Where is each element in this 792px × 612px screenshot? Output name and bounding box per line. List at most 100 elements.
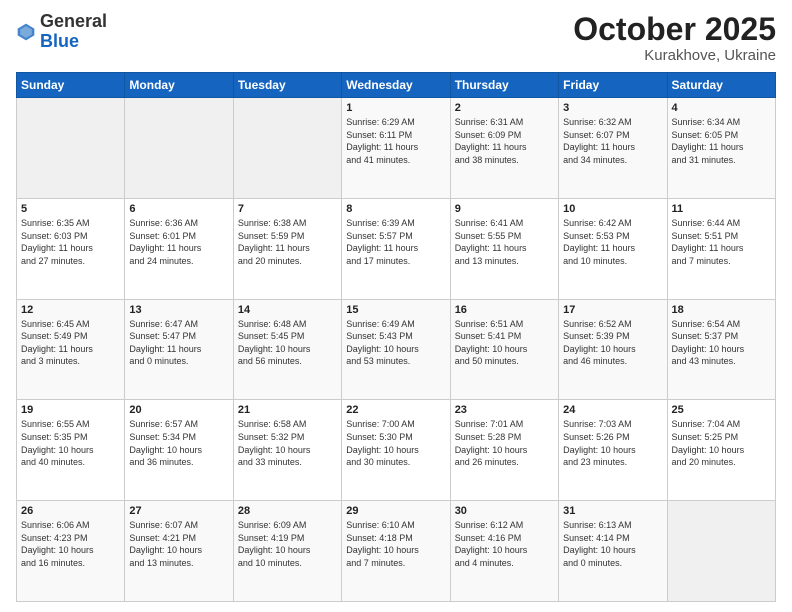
day-number: 3 (563, 102, 662, 114)
calendar-week-row: 5 Sunrise: 6:35 AM Sunset: 6:03 PM Daylig… (17, 198, 776, 299)
day-number: 20 (129, 404, 228, 416)
calendar-cell: 24Sunrise: 7:03 AM Sunset: 5:26 PM Dayli… (559, 400, 667, 501)
calendar-week-row: 12 Sunrise: 6:45 AM Sunset: 5:49 PM Dayli… (17, 299, 776, 400)
calendar-header-saturday: Saturday (667, 73, 775, 98)
day-info: Sunrise: 6:07 AM Sunset: 4:21 PM Dayligh… (129, 519, 228, 569)
calendar-cell: 27Sunrise: 6:07 AM Sunset: 4:21 PM Dayli… (125, 501, 233, 602)
calendar-cell: 22Sunrise: 7:00 AM Sunset: 5:30 PM Dayli… (342, 400, 450, 501)
calendar-cell: 25 Sunrise: 7:04 AM Sunset: 5:25 PM Dayli… (667, 400, 775, 501)
day-info: Sunrise: 6:44 AM Sunset: 5:51 PM Dayligh… (672, 217, 771, 267)
calendar-header-row: SundayMondayTuesdayWednesdayThursdayFrid… (17, 73, 776, 98)
day-info: Sunrise: 6:31 AM Sunset: 6:09 PM Dayligh… (455, 116, 554, 166)
calendar-cell: 28 Sunrise: 6:09 AM Sunset: 4:19 PM Dayli… (233, 501, 341, 602)
day-info: Sunrise: 6:09 AM Sunset: 4:19 PM Dayligh… (238, 519, 337, 569)
title-block: October 2025 Kurakhove, Ukraine (573, 12, 776, 64)
day-info: Sunrise: 6:10 AM Sunset: 4:18 PM Dayligh… (346, 519, 445, 569)
day-number: 8 (346, 203, 445, 215)
calendar-cell: 11 Sunrise: 6:44 AM Sunset: 5:51 PM Dayli… (667, 198, 775, 299)
day-number: 29 (346, 505, 445, 517)
day-info: Sunrise: 6:12 AM Sunset: 4:16 PM Dayligh… (455, 519, 554, 569)
calendar-cell: 6Sunrise: 6:36 AM Sunset: 6:01 PM Daylig… (125, 198, 233, 299)
calendar-cell: 23Sunrise: 7:01 AM Sunset: 5:28 PM Dayli… (450, 400, 558, 501)
day-number: 24 (563, 404, 662, 416)
calendar-cell: 19 Sunrise: 6:55 AM Sunset: 5:35 PM Dayli… (17, 400, 125, 501)
day-info: Sunrise: 6:52 AM Sunset: 5:39 PM Dayligh… (563, 318, 662, 368)
day-info: Sunrise: 6:54 AM Sunset: 5:37 PM Dayligh… (672, 318, 771, 368)
day-info: Sunrise: 6:58 AM Sunset: 5:32 PM Dayligh… (238, 418, 337, 468)
day-info: Sunrise: 7:04 AM Sunset: 5:25 PM Dayligh… (672, 418, 771, 468)
calendar-cell: 3 Sunrise: 6:32 AM Sunset: 6:07 PM Daylig… (559, 98, 667, 199)
day-number: 14 (238, 304, 337, 316)
calendar: SundayMondayTuesdayWednesdayThursdayFrid… (16, 72, 776, 602)
day-number: 12 (21, 304, 120, 316)
day-number: 25 (672, 404, 771, 416)
calendar-cell: 14 Sunrise: 6:48 AM Sunset: 5:45 PM Dayli… (233, 299, 341, 400)
calendar-cell: 13Sunrise: 6:47 AM Sunset: 5:47 PM Dayli… (125, 299, 233, 400)
header: General Blue October 2025 Kurakhove, Ukr… (16, 12, 776, 64)
logo-text: General Blue (40, 12, 107, 52)
calendar-cell (667, 501, 775, 602)
calendar-cell: 18 Sunrise: 6:54 AM Sunset: 5:37 PM Dayli… (667, 299, 775, 400)
calendar-cell: 20 Sunrise: 6:57 AM Sunset: 5:34 PM Dayli… (125, 400, 233, 501)
logo: General Blue (16, 12, 107, 52)
calendar-header-sunday: Sunday (17, 73, 125, 98)
calendar-cell: 16 Sunrise: 6:51 AM Sunset: 5:41 PM Dayli… (450, 299, 558, 400)
calendar-cell: 8 Sunrise: 6:39 AM Sunset: 5:57 PM Daylig… (342, 198, 450, 299)
day-number: 17 (563, 304, 662, 316)
day-info: Sunrise: 6:49 AM Sunset: 5:43 PM Dayligh… (346, 318, 445, 368)
calendar-header-tuesday: Tuesday (233, 73, 341, 98)
day-number: 21 (238, 404, 337, 416)
calendar-cell: 15Sunrise: 6:49 AM Sunset: 5:43 PM Dayli… (342, 299, 450, 400)
day-number: 7 (238, 203, 337, 215)
day-number: 5 (21, 203, 120, 215)
day-number: 18 (672, 304, 771, 316)
day-info: Sunrise: 6:39 AM Sunset: 5:57 PM Dayligh… (346, 217, 445, 267)
day-info: Sunrise: 6:45 AM Sunset: 5:49 PM Dayligh… (21, 318, 120, 368)
page-container: General Blue October 2025 Kurakhove, Ukr… (0, 0, 792, 612)
month-title: October 2025 (573, 12, 776, 47)
calendar-header-friday: Friday (559, 73, 667, 98)
calendar-cell (233, 98, 341, 199)
day-info: Sunrise: 6:35 AM Sunset: 6:03 PM Dayligh… (21, 217, 120, 267)
day-number: 4 (672, 102, 771, 114)
day-info: Sunrise: 6:38 AM Sunset: 5:59 PM Dayligh… (238, 217, 337, 267)
calendar-cell: 12 Sunrise: 6:45 AM Sunset: 5:49 PM Dayli… (17, 299, 125, 400)
calendar-cell: 4Sunrise: 6:34 AM Sunset: 6:05 PM Daylig… (667, 98, 775, 199)
calendar-cell: 31Sunrise: 6:13 AM Sunset: 4:14 PM Dayli… (559, 501, 667, 602)
calendar-header-monday: Monday (125, 73, 233, 98)
day-number: 16 (455, 304, 554, 316)
day-number: 31 (563, 505, 662, 517)
day-number: 6 (129, 203, 228, 215)
calendar-cell (17, 98, 125, 199)
calendar-cell: 29 Sunrise: 6:10 AM Sunset: 4:18 PM Dayli… (342, 501, 450, 602)
day-info: Sunrise: 6:41 AM Sunset: 5:55 PM Dayligh… (455, 217, 554, 267)
calendar-cell: 7 Sunrise: 6:38 AM Sunset: 5:59 PM Daylig… (233, 198, 341, 299)
day-number: 2 (455, 102, 554, 114)
day-number: 30 (455, 505, 554, 517)
day-number: 28 (238, 505, 337, 517)
calendar-cell: 30 Sunrise: 6:12 AM Sunset: 4:16 PM Dayli… (450, 501, 558, 602)
day-info: Sunrise: 6:48 AM Sunset: 5:45 PM Dayligh… (238, 318, 337, 368)
day-info: Sunrise: 6:32 AM Sunset: 6:07 PM Dayligh… (563, 116, 662, 166)
day-number: 11 (672, 203, 771, 215)
day-info: Sunrise: 6:42 AM Sunset: 5:53 PM Dayligh… (563, 217, 662, 267)
day-number: 9 (455, 203, 554, 215)
day-number: 1 (346, 102, 445, 114)
day-info: Sunrise: 6:55 AM Sunset: 5:35 PM Dayligh… (21, 418, 120, 468)
day-number: 26 (21, 505, 120, 517)
day-number: 10 (563, 203, 662, 215)
day-info: Sunrise: 7:01 AM Sunset: 5:28 PM Dayligh… (455, 418, 554, 468)
calendar-cell: 21 Sunrise: 6:58 AM Sunset: 5:32 PM Dayli… (233, 400, 341, 501)
calendar-cell: 1Sunrise: 6:29 AM Sunset: 6:11 PM Daylig… (342, 98, 450, 199)
calendar-cell: 17 Sunrise: 6:52 AM Sunset: 5:39 PM Dayli… (559, 299, 667, 400)
day-info: Sunrise: 7:00 AM Sunset: 5:30 PM Dayligh… (346, 418, 445, 468)
calendar-cell: 9 Sunrise: 6:41 AM Sunset: 5:55 PM Daylig… (450, 198, 558, 299)
day-number: 19 (21, 404, 120, 416)
day-info: Sunrise: 6:51 AM Sunset: 5:41 PM Dayligh… (455, 318, 554, 368)
day-info: Sunrise: 6:57 AM Sunset: 5:34 PM Dayligh… (129, 418, 228, 468)
calendar-header-wednesday: Wednesday (342, 73, 450, 98)
calendar-header-thursday: Thursday (450, 73, 558, 98)
calendar-cell (125, 98, 233, 199)
logo-icon (16, 22, 36, 42)
calendar-week-row: 1Sunrise: 6:29 AM Sunset: 6:11 PM Daylig… (17, 98, 776, 199)
